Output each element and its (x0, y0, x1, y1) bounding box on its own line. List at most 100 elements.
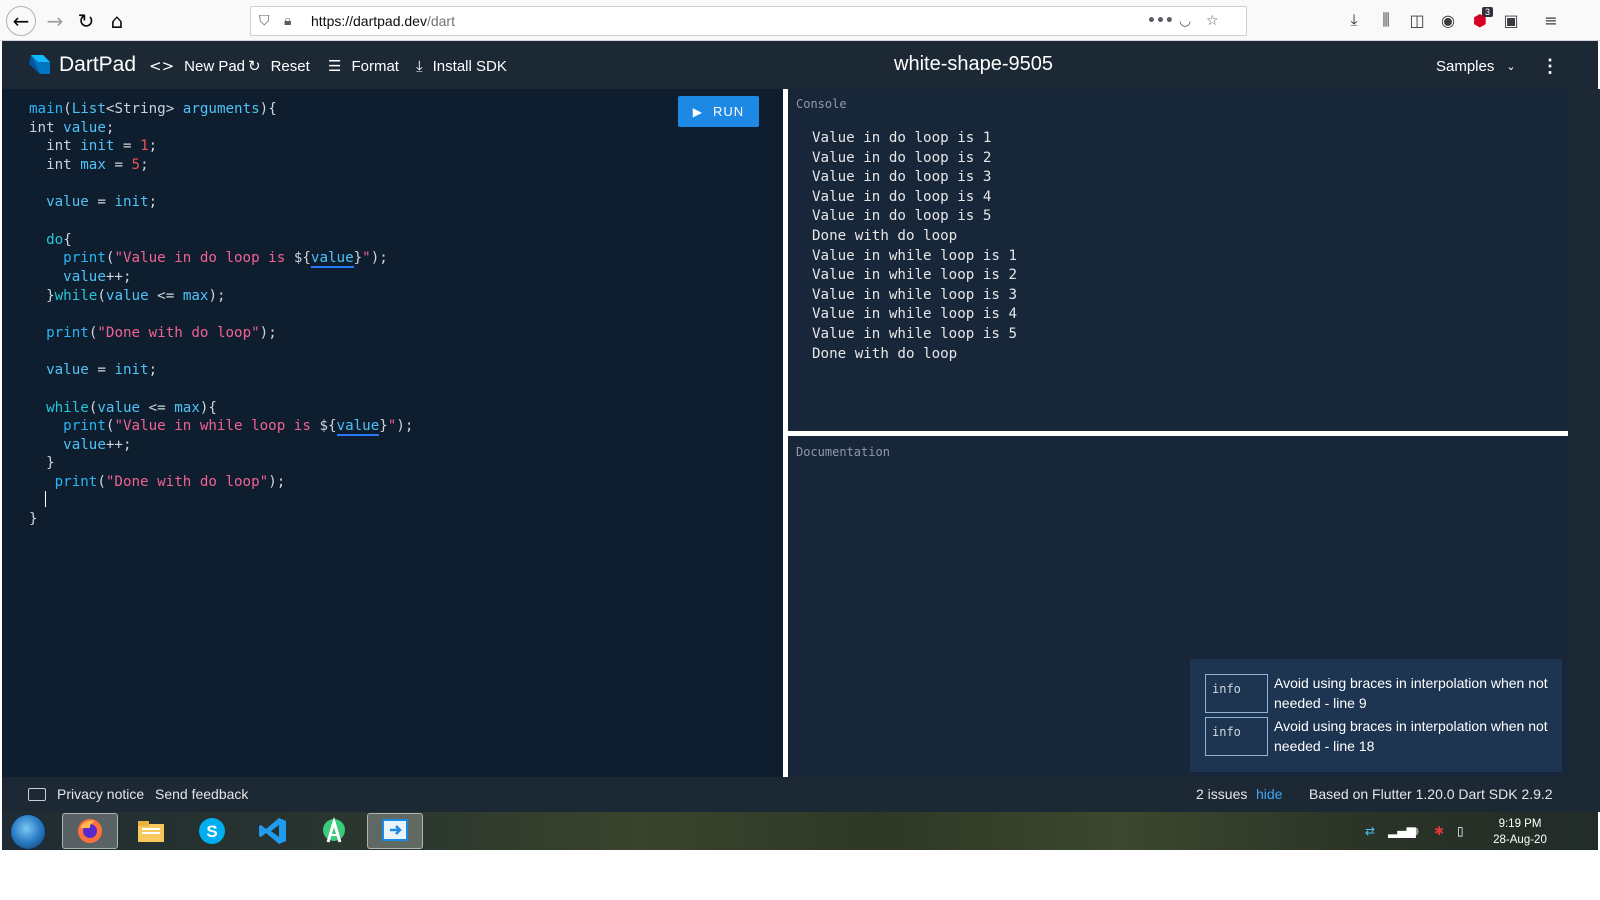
console-line: Value in while loop is 1 (812, 247, 1017, 264)
new-pad-button[interactable]: <> New Pad (149, 55, 245, 77)
clock-time: 9:19 PM (1498, 818, 1542, 830)
samples-dropdown[interactable]: Samples ⌄ (1436, 55, 1516, 77)
browser-toolbar: ← → ↻ ⌂ ⛉ 🔒︎ https://dartpad.dev/dart ••… (0, 0, 1600, 41)
run-button[interactable]: ▶ RUN (678, 96, 759, 127)
volume-icon[interactable]: 🔊︎ (1411, 824, 1419, 839)
issue-message: Avoid using braces in interpolation when… (1274, 675, 1548, 711)
code-line: print("Value in while loop is ${value}")… (63, 418, 414, 437)
extension-badge: 3 (1482, 7, 1494, 17)
dartpad-header: DartPad <> New Pad ↻ Reset ☰ Format ⤓ In… (2, 41, 1598, 89)
pad-name[interactable]: white-shape-9505 (894, 53, 1053, 75)
android-studio-icon[interactable] (306, 813, 362, 849)
issues-panel: info Avoid using braces in interpolation… (1190, 659, 1562, 772)
downloads-icon[interactable]: ⤓ (1342, 8, 1366, 32)
issue-item[interactable]: info Avoid using braces in interpolation… (1204, 717, 1554, 757)
issue-message: Avoid using braces in interpolation when… (1274, 718, 1548, 754)
antivirus-icon[interactable]: ✱ (1434, 824, 1444, 838)
code-brackets-icon: <> (149, 57, 175, 75)
issue-item[interactable]: info Avoid using braces in interpolation… (1204, 674, 1554, 714)
install-sdk-button[interactable]: ⤓ Install SDK (416, 55, 507, 77)
sidebar-icon[interactable]: ◫ (1405, 8, 1429, 32)
system-clock[interactable]: 9:19 PM 28-Aug-20 (1485, 816, 1555, 848)
lint-underline[interactable]: value (310, 250, 354, 269)
code-line: int init = 1; (46, 138, 158, 155)
library-icon[interactable]: ⫼ (1374, 8, 1398, 32)
forward-arrow-icon[interactable]: → (40, 6, 70, 36)
code-line: print("Done with do loop"); (54, 474, 286, 491)
console-line: Value in while loop is 3 (812, 286, 1017, 303)
console-line: Value in do loop is 3 (812, 169, 992, 186)
pocket-icon[interactable]: ◡ (1179, 13, 1191, 29)
send-feedback-link[interactable]: Send feedback (155, 786, 248, 802)
remote-app-icon[interactable] (367, 813, 423, 849)
chevron-down-icon: ⌄ (1506, 59, 1516, 73)
code-line: } (29, 511, 38, 528)
url-text[interactable]: https://dartpad.dev/dart (311, 13, 455, 29)
menu-hamburger-icon[interactable]: ≡ (1539, 8, 1563, 32)
windows-start-icon[interactable] (10, 814, 46, 850)
reload-icon[interactable]: ↻ (71, 6, 101, 36)
code-line: value = init; (46, 362, 158, 379)
power-icon[interactable]: ▯ (1457, 824, 1464, 838)
extension-icon[interactable]: ▣ (1499, 8, 1523, 32)
console-line: Value in do loop is 1 (812, 130, 992, 146)
code-line: value = init; (46, 194, 158, 211)
keyboard-icon[interactable] (28, 788, 46, 801)
console-line: Value in while loop is 4 (812, 306, 1017, 323)
page-actions-icon[interactable]: ••• (1147, 13, 1174, 29)
code-line: while(value <= max){ (46, 399, 217, 416)
issue-level-badge: info (1205, 717, 1268, 756)
footer-bar: Privacy notice Send feedback 2 issues hi… (2, 777, 1598, 812)
dart-logo-icon (29, 55, 50, 74)
home-icon[interactable]: ⌂ (102, 6, 132, 36)
windows-taskbar: S ⇄ ▂▄▆ 🔊︎ ✱ ▯ 9:19 PM 28-Aug-20 (2, 812, 1598, 850)
vscode-icon[interactable] (245, 813, 301, 849)
lock-icon[interactable]: 🔒︎ (284, 13, 291, 29)
format-button[interactable]: ☰ Format (328, 55, 399, 77)
scrollbar-gutter (1568, 89, 1600, 812)
privacy-notice-link[interactable]: Privacy notice (57, 786, 144, 802)
code-line: int value; (29, 119, 115, 136)
shield-icon[interactable]: ⛉ (259, 13, 270, 29)
page-margin (0, 850, 1600, 900)
console-panel: Console Value in do loop is 1 Value in d… (788, 89, 1568, 431)
code-line: int max = 5; (46, 156, 149, 173)
hide-issues-link[interactable]: hide (1256, 786, 1282, 802)
run-label: RUN (713, 104, 745, 119)
install-sdk-label: Install SDK (432, 57, 507, 75)
reset-button[interactable]: ↻ Reset (248, 55, 310, 77)
code-line: }while(value <= max); (46, 287, 226, 304)
skype-icon[interactable]: S (184, 813, 240, 849)
code-line: value++; (63, 436, 132, 453)
code-line: main(List<String> arguments){ (29, 101, 277, 117)
bookmark-star-icon[interactable]: ☆ (1206, 13, 1219, 29)
code-editor[interactable]: main(List<String> arguments){int value; … (2, 89, 783, 777)
file-explorer-icon[interactable] (123, 813, 179, 849)
sdk-info: Based on Flutter 1.20.0 Dart SDK 2.9.2 (1309, 786, 1553, 802)
play-icon: ▶ (692, 104, 704, 119)
console-line: Value in while loop is 5 (812, 325, 1017, 342)
url-bar[interactable]: ⛉ 🔒︎ https://dartpad.dev/dart ••• ◡ ☆ (250, 6, 1247, 36)
account-icon[interactable]: ◉ (1436, 8, 1460, 32)
back-arrow-icon[interactable]: ← (6, 6, 36, 36)
console-line: Done with do loop (812, 345, 958, 362)
code-line: do{ (46, 231, 72, 248)
console-line: Value in while loop is 2 (812, 267, 1017, 284)
network-sync-icon[interactable]: ⇄ (1365, 824, 1375, 838)
issue-count: 2 issues (1196, 786, 1248, 802)
issue-level-badge: info (1205, 674, 1268, 713)
more-vert-icon[interactable]: ⋮ (1541, 55, 1559, 77)
lint-underline[interactable]: value (336, 418, 380, 437)
documentation-label: Documentation (796, 445, 890, 459)
format-lines-icon: ☰ (328, 57, 342, 75)
code-content[interactable]: main(List<String> arguments){int value; … (29, 100, 413, 529)
samples-label: Samples (1436, 57, 1495, 75)
code-line: value++; (63, 268, 132, 285)
app-title: DartPad (59, 53, 137, 76)
text-cursor (45, 491, 46, 507)
firefox-icon[interactable] (62, 813, 118, 849)
